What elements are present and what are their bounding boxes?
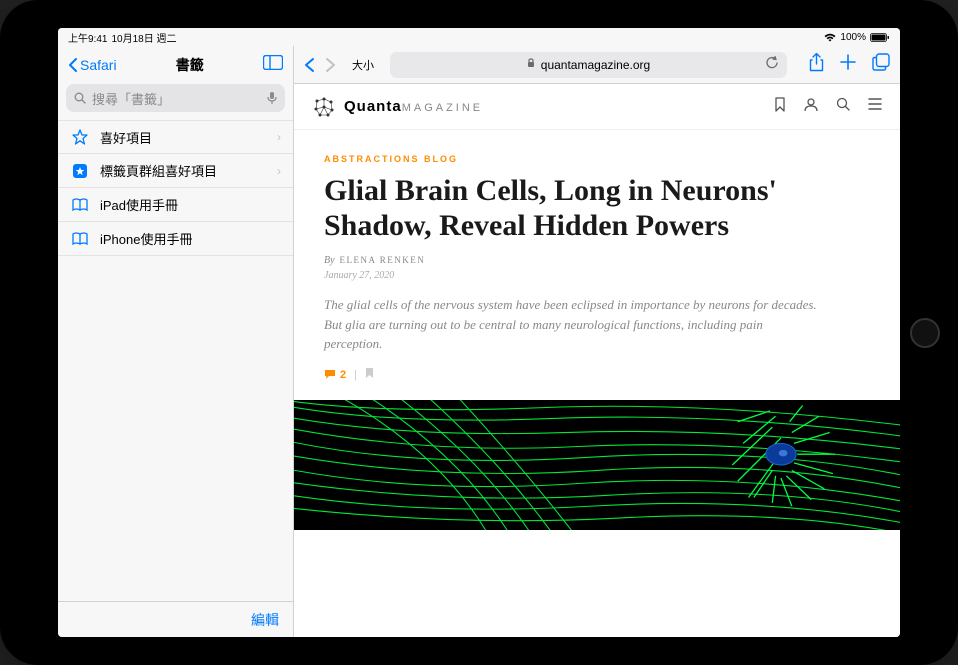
bookmark-label: 標籤頁群組喜好項目 [100, 161, 267, 180]
comments-button[interactable]: 2 [324, 369, 346, 381]
web-content: QuantaMAGAZINE ABSTRACTIONS BLOG Glial B… [294, 84, 900, 637]
article-summary: The glial cells of the nervous system ha… [324, 295, 824, 354]
comment-count: 2 [340, 369, 346, 381]
article-category[interactable]: ABSTRACTIONS BLOG [324, 154, 870, 164]
site-header: QuantaMAGAZINE [294, 84, 900, 130]
article-date: January 27, 2020 [324, 270, 870, 281]
article-headline: Glial Brain Cells, Long in Neurons' Shad… [324, 174, 870, 243]
site-menu-icon[interactable] [868, 97, 882, 117]
logo-icon [312, 95, 336, 119]
edit-bookmarks-button[interactable]: 編輯 [251, 610, 279, 630]
site-account-icon[interactable] [804, 97, 818, 117]
wifi-icon [824, 33, 836, 42]
bookmark-label: iPad使用手冊 [100, 195, 281, 214]
star-box-icon [70, 163, 90, 179]
nav-forward-button [325, 57, 336, 73]
bookmark-label: iPhone使用手冊 [100, 229, 281, 248]
status-time: 上午9:41 [68, 30, 107, 45]
reload-button[interactable] [766, 56, 779, 73]
back-label: Safari [80, 57, 117, 73]
battery-icon [870, 33, 890, 42]
dictation-icon[interactable] [267, 91, 277, 105]
status-bar: 上午9:41 10月18日 週二 100% [58, 28, 900, 46]
search-placeholder: 搜尋「書籤」 [92, 89, 261, 108]
chevron-right-icon: › [277, 130, 281, 144]
chevron-right-icon: › [277, 164, 281, 178]
book-icon [70, 232, 90, 246]
site-logo[interactable]: QuantaMAGAZINE [312, 95, 483, 119]
url-text: quantamagazine.org [541, 58, 650, 72]
search-icon [74, 92, 86, 104]
home-button[interactable] [910, 318, 940, 348]
sidebar-title: 書籤 [117, 55, 263, 75]
article-hero-image [294, 400, 900, 530]
bookmarks-sidebar: Safari 書籤 搜尋「書籤」 [58, 46, 294, 637]
article-author[interactable]: ELENA RENKEN [340, 255, 426, 265]
article-byline: By ELENA RENKEN [324, 255, 870, 266]
url-bar[interactable]: quantamagazine.org [390, 52, 787, 78]
site-search-icon[interactable] [836, 97, 850, 117]
battery-percent: 100% [840, 32, 866, 43]
new-tab-button[interactable] [840, 54, 856, 75]
book-icon [70, 198, 90, 212]
hide-sidebar-button[interactable] [263, 55, 283, 75]
save-article-icon[interactable] [365, 368, 374, 382]
tabs-button[interactable] [872, 53, 890, 76]
bookmark-ipad-guide[interactable]: iPad使用手冊 [58, 188, 293, 222]
bookmark-favorites[interactable]: 喜好項目 › [58, 120, 293, 154]
status-date: 10月18日 週二 [111, 30, 176, 45]
share-button[interactable] [809, 53, 824, 77]
logo-text-bold: Quanta [344, 98, 402, 115]
bookmark-list: 喜好項目 › 標籤頁群組喜好項目 › iPad使用手冊 iPhone使 [58, 120, 293, 601]
text-size-button[interactable]: 大小 [352, 57, 374, 73]
back-to-safari-button[interactable]: Safari [68, 57, 117, 73]
nav-back-button[interactable] [304, 57, 315, 73]
browser-toolbar: 大小 quantamagazine.org [294, 46, 900, 84]
star-outline-icon [70, 129, 90, 145]
bookmark-label: 喜好項目 [100, 128, 267, 147]
lock-icon [527, 58, 535, 71]
divider: | [354, 369, 357, 381]
logo-text-light: MAGAZINE [402, 102, 483, 114]
search-bookmarks-input[interactable]: 搜尋「書籤」 [66, 84, 285, 112]
bookmark-tab-group-favorites[interactable]: 標籤頁群組喜好項目 › [58, 154, 293, 188]
site-bookmark-icon[interactable] [774, 97, 786, 117]
bookmark-iphone-guide[interactable]: iPhone使用手冊 [58, 222, 293, 256]
